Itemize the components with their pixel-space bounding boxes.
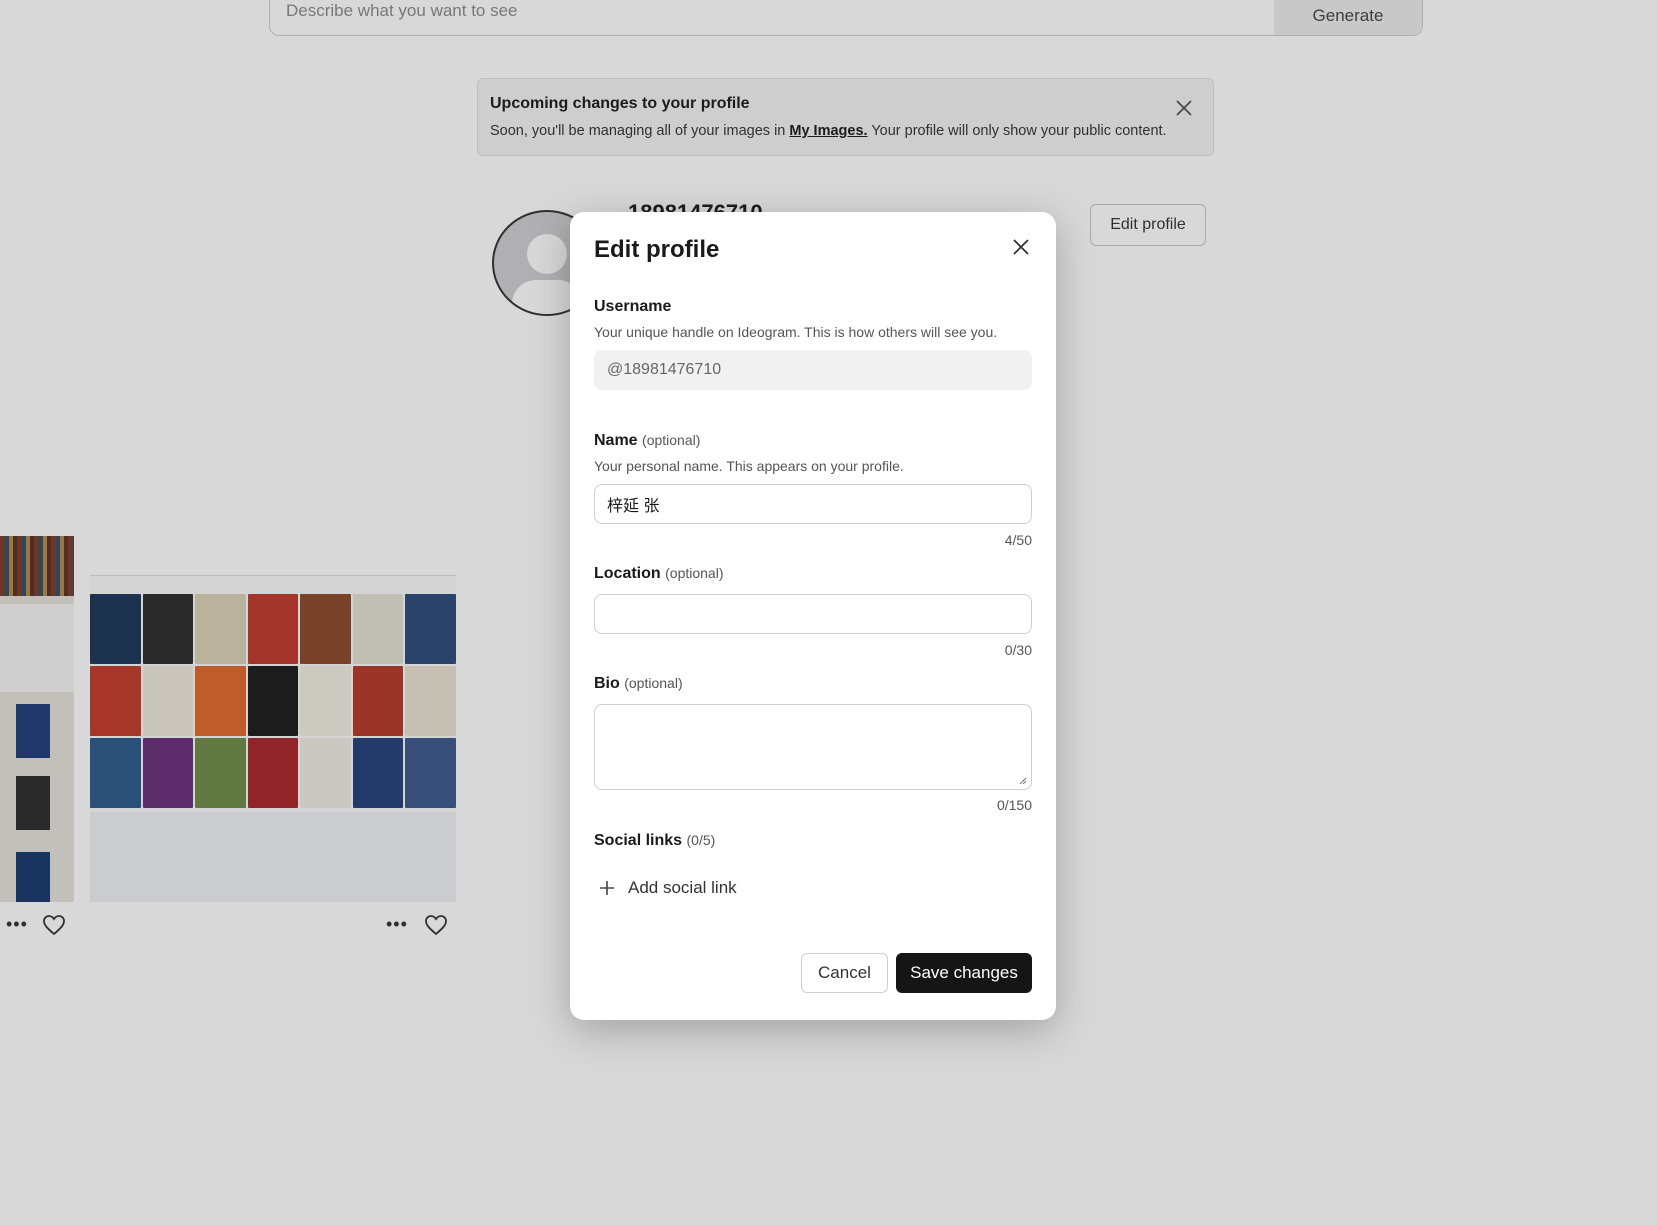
resize-handle-icon[interactable] <box>1019 777 1027 785</box>
bio-field[interactable] <box>594 704 1032 790</box>
location-label: Location (optional) <box>594 565 724 583</box>
social-links-label: Social links (0/5) <box>594 832 715 850</box>
location-label-text: Location <box>594 565 661 582</box>
bio-label: Bio (optional) <box>594 675 683 693</box>
username-field: @18981476710 <box>594 350 1032 390</box>
location-field[interactable] <box>594 594 1032 634</box>
bio-counter: 0/150 <box>996 797 1032 813</box>
save-changes-button[interactable]: Save changes <box>896 953 1032 993</box>
add-social-link-label: Add social link <box>628 878 737 897</box>
name-label-text: Name <box>594 432 638 449</box>
plus-icon <box>600 881 614 895</box>
bio-label-text: Bio <box>594 675 620 692</box>
cancel-button[interactable]: Cancel <box>801 953 888 993</box>
optional-tag: (optional) <box>642 432 701 448</box>
add-social-link-button[interactable]: Add social link <box>598 878 737 898</box>
optional-tag: (optional) <box>665 565 724 581</box>
name-label: Name (optional) <box>594 432 700 450</box>
name-field[interactable]: 梓延 张 <box>594 484 1032 524</box>
location-counter: 0/30 <box>1004 642 1032 658</box>
name-counter: 4/50 <box>1004 532 1032 548</box>
close-icon[interactable] <box>1010 236 1032 258</box>
username-label: Username <box>594 298 672 315</box>
username-help: Your unique handle on Ideogram. This is … <box>594 324 998 340</box>
optional-tag: (optional) <box>624 675 683 691</box>
dialog-title: Edit profile <box>594 236 720 263</box>
social-count: (0/5) <box>686 832 716 848</box>
name-help: Your personal name. This appears on your… <box>594 458 904 474</box>
edit-profile-dialog: Edit profile Username Your unique handle… <box>570 212 1056 1020</box>
social-label-text: Social links <box>594 832 683 849</box>
